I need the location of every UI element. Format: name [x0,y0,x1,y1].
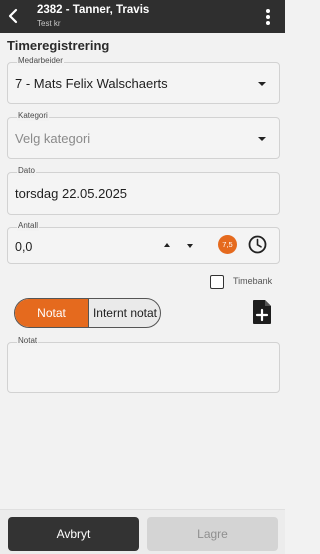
cancel-button[interactable]: Avbryt [8,517,139,551]
dato-value: torsdag 22.05.2025 [15,186,128,201]
increment-arrow-icon[interactable] [164,243,170,247]
app-bar: 2382 - Tanner, Travis Test kr [0,0,285,33]
back-arrow-icon[interactable] [3,4,25,28]
kategori-select[interactable]: Kategori Velg kategori [7,111,280,159]
kategori-placeholder: Velg kategori [15,131,91,146]
notat-textarea[interactable]: Notat [7,336,280,393]
notat-label: Notat [17,336,39,346]
antall-value[interactable]: 0,0 [15,240,32,254]
timebank-checkbox[interactable] [210,275,224,289]
save-button[interactable]: Lagre [147,517,278,551]
tab-notat[interactable]: Notat [15,299,88,327]
clock-icon[interactable] [247,234,268,255]
dropdown-caret-icon [258,137,266,141]
dropdown-caret-icon [258,82,266,86]
medarbeider-label: Medarbeider [17,56,64,66]
medarbeider-value: 7 - Mats Felix Walschaerts [15,76,168,91]
antall-label: Antall [17,221,40,231]
note-type-toggle: Notat Internt notat [14,298,161,328]
kategori-label: Kategori [17,111,49,121]
medarbeider-select[interactable]: Medarbeider 7 - Mats Felix Walschaerts [7,56,280,104]
app-bar-subtitle: Test kr [37,19,61,28]
app-bar-title: 2382 - Tanner, Travis [37,4,150,16]
note-add-icon[interactable] [251,299,273,325]
dato-field[interactable]: Dato torsdag 22.05.2025 [7,166,280,215]
timebank-label: Timebank [233,276,273,286]
hours-badge[interactable]: 7,5 [218,235,237,254]
dato-label: Dato [17,166,36,176]
antall-field[interactable]: Antall 0,0 7,5 [7,221,280,264]
page-title: Timeregistrering [7,38,110,53]
decrement-arrow-icon[interactable] [187,244,193,248]
tab-internt-notat[interactable]: Internt notat [88,299,160,327]
more-vert-icon[interactable] [262,7,274,27]
